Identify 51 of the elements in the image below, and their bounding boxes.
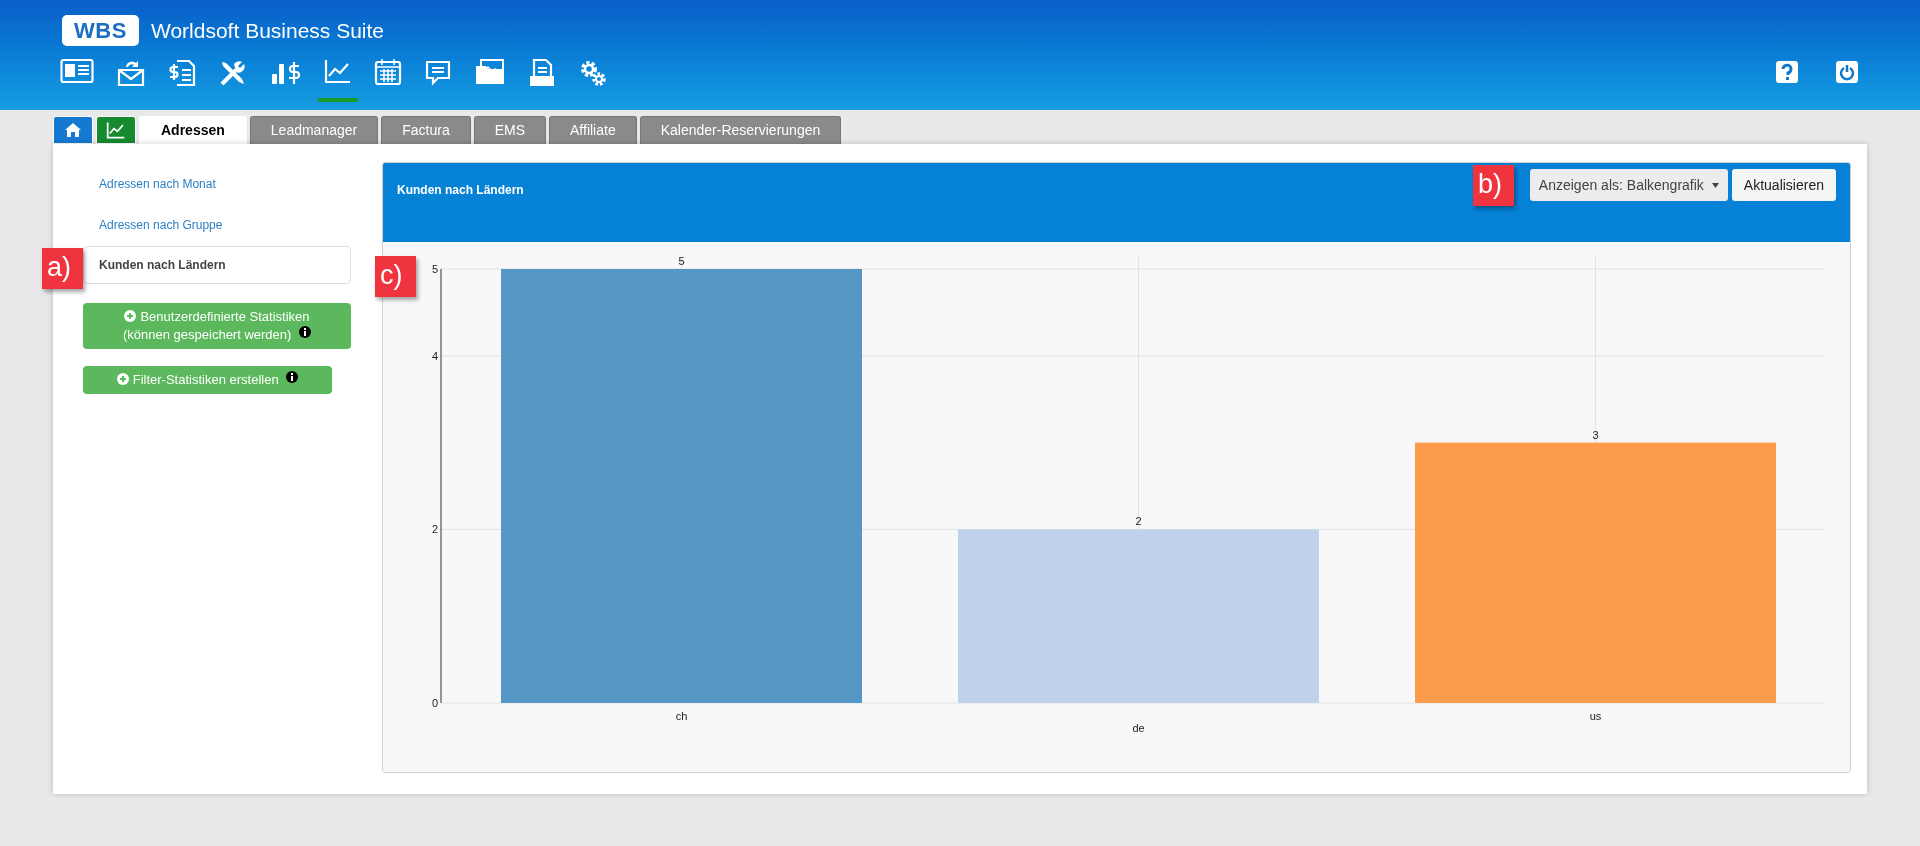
nav-button[interactable] xyxy=(318,58,358,102)
sidebar-link[interactable]: Kunden nach Ländern xyxy=(83,246,351,284)
home-icon xyxy=(64,122,82,138)
axis-label: 5 xyxy=(431,263,438,275)
calendar-icon xyxy=(374,58,402,86)
sidebar-link[interactable]: Adressen nach Monat xyxy=(83,164,351,205)
home-tab[interactable] xyxy=(53,116,93,144)
gears-icon xyxy=(578,58,608,88)
id-card-icon xyxy=(60,58,94,84)
line-chart-icon xyxy=(106,121,126,139)
speech-bubble-icon xyxy=(424,58,452,86)
tab[interactable]: Kalender-Reservierungen xyxy=(639,116,842,144)
axis-label: ch xyxy=(675,710,688,722)
tab[interactable]: Adressen xyxy=(139,116,247,144)
info-icon xyxy=(299,326,311,338)
document-print-icon xyxy=(528,58,556,88)
plus-icon xyxy=(124,310,137,322)
axis-label: 0 xyxy=(431,697,438,709)
callout-label: a) xyxy=(42,248,83,289)
help-icon[interactable] xyxy=(1776,61,1798,83)
axis-label: us xyxy=(1589,710,1602,722)
refresh-button[interactable]: Aktualisieren xyxy=(1731,169,1836,201)
logo-badge: WBS xyxy=(62,15,139,47)
dollar-document-icon xyxy=(168,58,196,88)
info-icon xyxy=(286,371,299,383)
callout-label: b) xyxy=(1473,165,1514,206)
axis-label: 2 xyxy=(431,523,438,536)
panel-title: Kunden nach Ländern xyxy=(397,182,524,199)
statistics-tab[interactable] xyxy=(96,116,136,144)
view-select[interactable]: Anzeigen als: Balkengrafik xyxy=(1529,169,1728,201)
axis-label: de xyxy=(1132,722,1145,734)
value-label: 5 xyxy=(678,255,685,267)
tab[interactable]: Affiliate xyxy=(549,116,637,144)
line-chart-icon xyxy=(324,58,352,84)
callout-label: c) xyxy=(375,256,416,297)
envelope-icon xyxy=(116,58,146,88)
power-icon[interactable] xyxy=(1836,61,1858,83)
plus-icon xyxy=(116,373,129,385)
axis-label: 4 xyxy=(431,349,438,362)
tab[interactable]: Factura xyxy=(381,116,471,144)
value-label: 3 xyxy=(1592,428,1599,441)
add-statistics-button[interactable]: Benutzerdefinierte Statistiken (können gespeichert werden) xyxy=(83,303,351,349)
sidebar-link[interactable]: Adressen nach Gruppe xyxy=(83,205,351,246)
app-title: Worldsoft Business Suite xyxy=(151,18,385,44)
add-statistics-button[interactable]: Filter-Statistiken erstellen xyxy=(83,366,332,394)
value-label: 2 xyxy=(1135,515,1142,528)
image-folder-icon xyxy=(474,58,506,86)
tab[interactable]: EMS xyxy=(473,116,547,144)
caret-icon xyxy=(1711,182,1719,188)
tab[interactable]: Leadmanager xyxy=(249,116,379,144)
tools-icon xyxy=(218,58,248,88)
